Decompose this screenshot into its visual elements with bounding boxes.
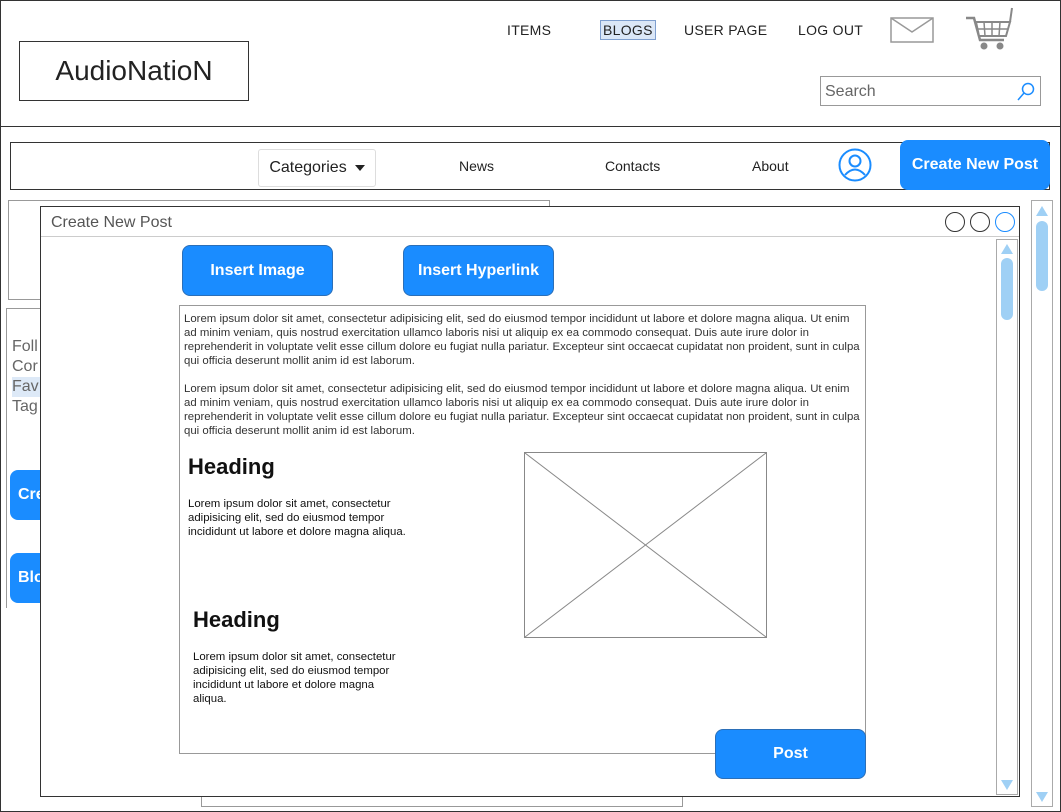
search-box[interactable] <box>820 76 1041 106</box>
list-item[interactable]: Fav <box>12 377 40 397</box>
scroll-up-icon[interactable] <box>1036 206 1048 216</box>
nav-news[interactable]: News <box>459 158 494 174</box>
nav-about[interactable]: About <box>752 158 789 174</box>
insert-image-button[interactable]: Insert Image <box>182 245 333 296</box>
list-item[interactable]: Cor <box>12 357 40 377</box>
search-icon[interactable] <box>1016 82 1036 102</box>
minimize-button[interactable] <box>945 212 965 232</box>
paragraph: Lorem ipsum dolor sit amet, consectetur … <box>184 313 860 367</box>
section-heading: Heading <box>193 607 280 632</box>
nav-items[interactable]: ITEMS <box>507 22 551 38</box>
post-editor[interactable]: Lorem ipsum dolor sit amet, consectetur … <box>179 305 866 754</box>
caret-down-icon <box>354 165 365 171</box>
insert-hyperlink-button[interactable]: Insert Hyperlink <box>403 245 554 296</box>
secondary-navbar <box>10 142 1050 190</box>
modal-scrollbar[interactable] <box>996 239 1018 795</box>
section-text: Lorem ipsum dolor sit amet, consectetur … <box>188 498 406 538</box>
scroll-thumb[interactable] <box>1001 258 1013 320</box>
list-item[interactable]: Foll <box>12 337 40 357</box>
list-item[interactable]: Tag <box>12 397 40 417</box>
paragraph: Lorem ipsum dolor sit amet, consectetur … <box>184 383 860 437</box>
image-placeholder-icon[interactable] <box>524 452 767 638</box>
cart-icon[interactable] <box>964 6 1014 52</box>
nav-contacts[interactable]: Contacts <box>605 158 660 174</box>
post-button[interactable]: Post <box>715 729 866 779</box>
scroll-down-icon[interactable] <box>1036 792 1048 802</box>
nav-user-page[interactable]: USER PAGE <box>684 22 767 38</box>
create-post-modal: Create New Post Insert Image Insert Hype… <box>40 206 1020 797</box>
mail-icon[interactable] <box>890 17 934 43</box>
nav-blogs[interactable]: BLOGS <box>600 20 656 40</box>
section-text: Lorem ipsum dolor sit amet, consectetur … <box>193 651 396 705</box>
scroll-down-icon[interactable] <box>1001 780 1013 790</box>
categories-dropdown[interactable]: Categories <box>258 149 376 187</box>
scroll-thumb[interactable] <box>1036 221 1048 291</box>
section-heading: Heading <box>188 454 275 479</box>
close-button[interactable] <box>995 212 1015 232</box>
categories-label: Categories <box>269 159 347 176</box>
maximize-button[interactable] <box>970 212 990 232</box>
background-sidebar-list: Foll Cor Fav Tag <box>12 337 40 417</box>
scroll-up-icon[interactable] <box>1001 244 1013 254</box>
page-scrollbar[interactable] <box>1031 200 1053 807</box>
logo[interactable]: AudioNatioN <box>19 41 249 101</box>
modal-title: Create New Post <box>51 214 172 231</box>
search-input[interactable] <box>825 81 1015 103</box>
user-icon[interactable] <box>838 148 872 182</box>
header: AudioNatioN ITEMS BLOGS USER PAGE LOG OU… <box>0 0 1061 127</box>
nav-log-out[interactable]: LOG OUT <box>798 22 863 38</box>
create-new-post-button[interactable]: Create New Post <box>900 140 1050 190</box>
modal-titlebar: Create New Post <box>41 207 1019 237</box>
